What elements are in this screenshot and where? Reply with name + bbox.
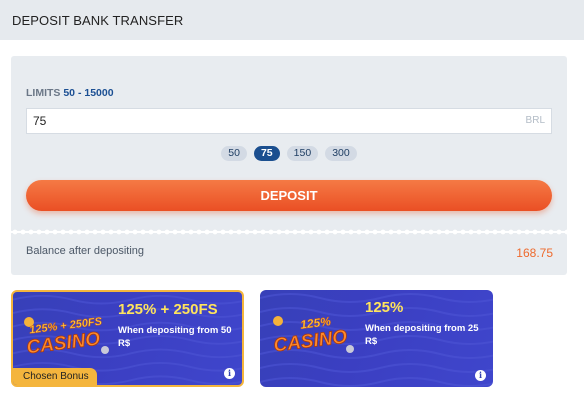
preset-chip-150[interactable]: 150 (286, 146, 319, 161)
logo-line2: CASINO (272, 327, 348, 356)
balance-label: Balance after depositing (26, 245, 145, 257)
limits-label: LIMITS (26, 87, 61, 99)
bonus-card-125[interactable]: 125% CASINO 125% When depositing from 25… (260, 290, 493, 387)
limits-text: LIMITS 50 - 15000 (26, 87, 114, 99)
info-icon[interactable]: i (475, 370, 486, 381)
casino-logo: 125% + 250FS CASINO (24, 315, 109, 358)
preset-amounts: 50 75 150 300 (11, 146, 567, 161)
amount-input[interactable] (26, 108, 552, 134)
casino-logo: 125% CASINO (272, 314, 354, 356)
preset-chip-300[interactable]: 300 (325, 146, 357, 161)
bonus-card-125-250fs[interactable]: 125% + 250FS CASINO 125% + 250FS When de… (11, 290, 244, 387)
bonus-title: 125% (365, 299, 404, 316)
limits-value: 50 - 15000 (63, 87, 114, 99)
bonus-title: 125% + 250FS (118, 301, 218, 318)
bonus-description: When depositing from 50 R$ (118, 325, 232, 349)
chosen-bonus-badge: Chosen Bonus (13, 368, 97, 385)
page-header: DEPOSIT BANK TRANSFER (0, 0, 584, 40)
preset-chip-75[interactable]: 75 (253, 146, 280, 161)
page-title: DEPOSIT BANK TRANSFER (12, 12, 184, 28)
info-icon[interactable]: i (224, 368, 235, 379)
currency-label: BRL (525, 115, 545, 126)
dotted-separator (11, 228, 567, 236)
deposit-button[interactable]: DEPOSIT (26, 180, 552, 211)
preset-chip-50[interactable]: 50 (221, 146, 247, 161)
bonus-description: When depositing from 25 R$ (365, 323, 479, 347)
balance-value: 168.75 (516, 246, 553, 260)
deposit-form: LIMITS 50 - 15000 BRL 50 75 150 300 DEPO… (11, 56, 567, 275)
